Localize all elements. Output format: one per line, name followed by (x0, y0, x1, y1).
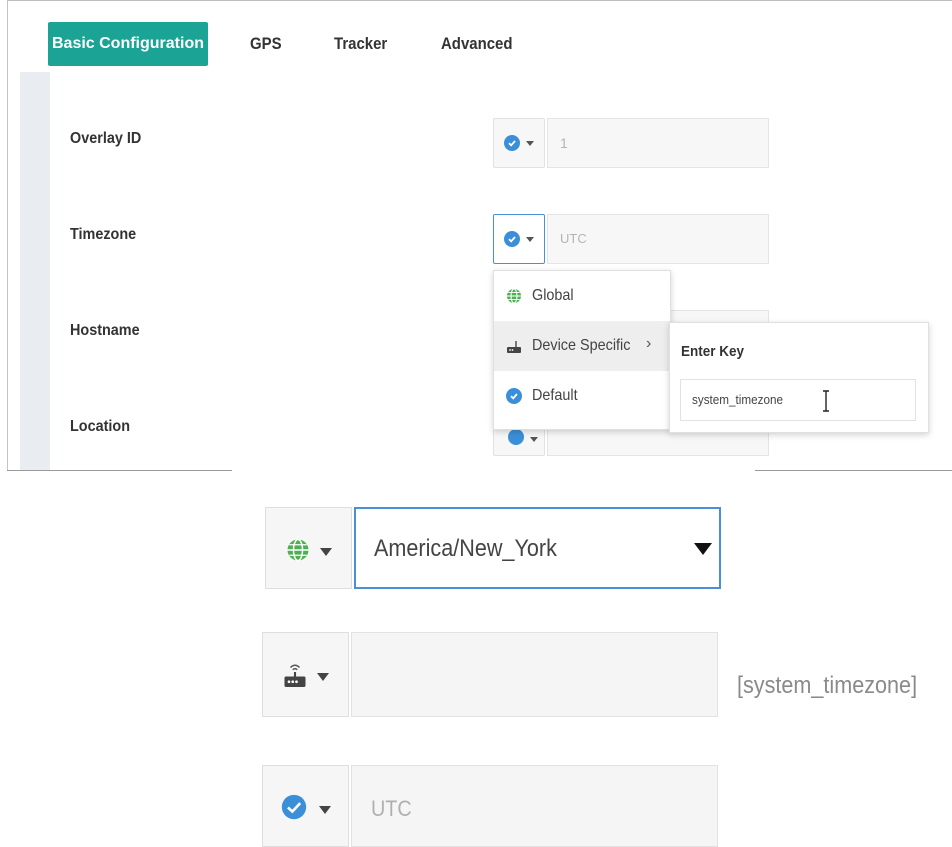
timezone-select-value: America/New_York (374, 535, 557, 562)
scope-option-label: Device Specific (532, 337, 631, 354)
scope-option-label: Default (532, 387, 578, 404)
key-input[interactable]: system_timezone (680, 379, 916, 421)
scope-option-device-specific[interactable]: Device Specific › (494, 321, 670, 371)
check-icon (504, 135, 520, 151)
timezone-input[interactable]: UTC (547, 214, 769, 264)
default-scope-button[interactable] (262, 765, 349, 847)
tab-gps[interactable]: GPS (250, 22, 282, 66)
scope-option-global[interactable]: Global (494, 271, 670, 321)
device-key-label: [system_timezone] (737, 672, 918, 699)
divider (7, 470, 232, 471)
panel-side-bar (20, 72, 50, 470)
divider (755, 470, 952, 471)
device-scope-button[interactable] (262, 632, 349, 717)
overlay-id-scope-button[interactable] (493, 118, 545, 168)
check-icon (281, 794, 307, 820)
scope-dropdown-menu: Global Device Specific › Default (493, 270, 671, 430)
chevron-down-icon (320, 548, 332, 556)
timezone-scope-button[interactable] (493, 214, 545, 264)
global-scope-button[interactable] (265, 507, 352, 589)
enter-key-title: Enter Key (681, 343, 745, 360)
scope-option-label: Global (532, 287, 574, 304)
tab-basic-configuration[interactable]: Basic Configuration (48, 22, 208, 66)
location-label: Location (70, 418, 131, 435)
chevron-down-icon (319, 806, 331, 814)
check-icon (506, 388, 522, 404)
overlay-id-value: 1 (560, 135, 568, 151)
tab-tracker[interactable]: Tracker (334, 22, 387, 66)
overlay-id-label: Overlay ID (70, 130, 142, 147)
default-value: UTC (371, 796, 412, 821)
timezone-label: Timezone (70, 226, 137, 243)
tab-advanced[interactable]: Advanced (441, 22, 513, 66)
key-input-value: system_timezone (692, 392, 784, 407)
default-value-box[interactable]: UTC (351, 765, 718, 847)
enter-key-flyout: Enter Key system_timezone (669, 322, 929, 433)
scope-option-default[interactable]: Default (494, 371, 670, 421)
chevron-down-icon (526, 236, 534, 242)
globe-icon (287, 538, 309, 562)
router-icon (507, 341, 521, 353)
text-cursor-icon (823, 390, 829, 412)
timezone-value: UTC (560, 231, 587, 246)
router-icon (284, 664, 306, 687)
caret-down-icon (694, 543, 712, 555)
chevron-down-icon (317, 673, 329, 681)
chevron-right-icon: › (646, 335, 652, 352)
check-icon (504, 231, 520, 247)
chevron-down-icon (526, 140, 534, 146)
check-icon (508, 429, 524, 445)
overlay-id-input[interactable]: 1 (547, 118, 769, 168)
chevron-down-icon (530, 437, 538, 442)
hostname-label: Hostname (70, 322, 140, 339)
globe-icon (507, 288, 521, 304)
device-specific-value-box[interactable] (351, 632, 718, 717)
timezone-select[interactable]: America/New_York (354, 507, 721, 589)
